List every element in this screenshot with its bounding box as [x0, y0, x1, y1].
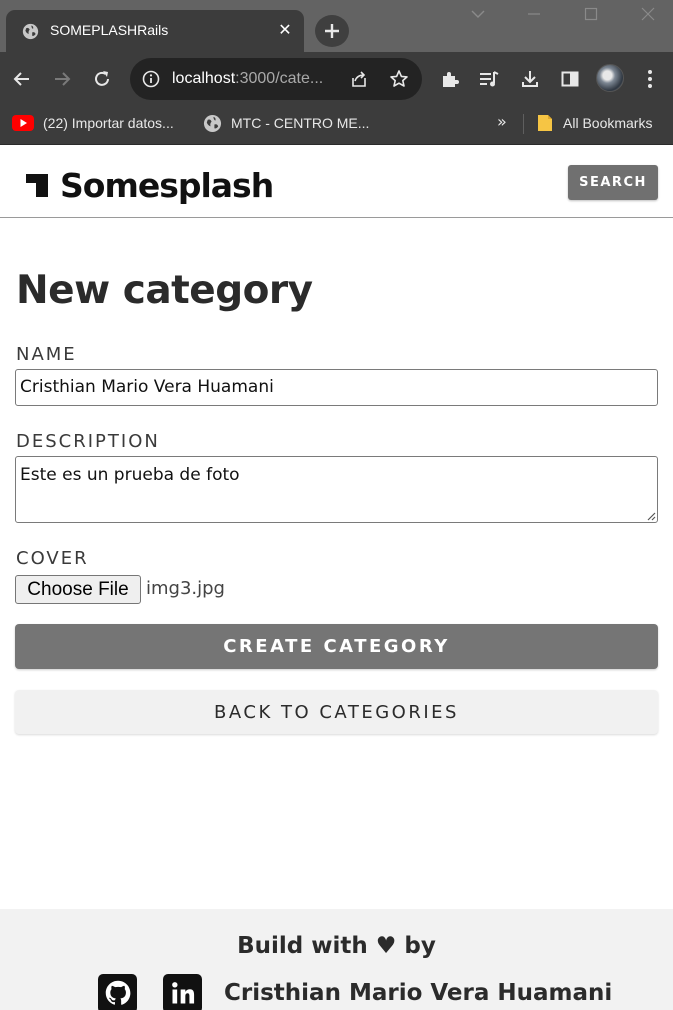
info-icon[interactable]: [142, 70, 160, 88]
new-tab-button[interactable]: [315, 15, 349, 47]
brand-name: Somesplash: [60, 166, 274, 205]
close-icon: [641, 7, 655, 21]
address-bar[interactable]: localhost:3000/cate...: [130, 58, 422, 100]
bookmarks-divider: [523, 114, 524, 134]
profile-avatar[interactable]: [596, 64, 624, 92]
more-bookmarks-button[interactable]: »: [497, 112, 507, 131]
page-title: New category: [16, 268, 313, 313]
resize-grip-icon[interactable]: [645, 510, 656, 521]
bookmark-star-icon[interactable]: [389, 69, 409, 89]
search-button[interactable]: SEARCH: [568, 165, 658, 200]
forward-button[interactable]: [48, 65, 76, 93]
maximize-button[interactable]: [579, 2, 603, 26]
reading-list-button[interactable]: [475, 65, 503, 93]
youtube-icon: [12, 115, 34, 131]
maximize-icon: [584, 7, 598, 21]
puzzle-icon: [443, 72, 459, 87]
extensions-button[interactable]: [436, 65, 464, 93]
folder-icon: [538, 115, 552, 131]
plus-icon: [325, 24, 339, 38]
github-icon: [105, 980, 130, 1005]
close-tab-icon[interactable]: ✕: [274, 19, 296, 41]
author-name: Cristhian Mario Vera Huamani: [224, 980, 613, 1006]
linkedin-icon: [171, 982, 194, 1004]
browser-tabstrip: SOMEPLASHRails ✕: [0, 0, 673, 52]
brand-logo[interactable]: Somesplash: [26, 166, 274, 205]
all-bookmarks-label: All Bookmarks: [563, 115, 653, 131]
side-panel-button[interactable]: [556, 65, 584, 93]
reload-button[interactable]: [88, 65, 116, 93]
name-input[interactable]: Cristhian Mario Vera Huamani: [15, 369, 658, 406]
cover-label: COVER: [16, 548, 89, 569]
tab-title: SOMEPLASHRails: [50, 22, 169, 38]
description-label: DESCRIPTION: [16, 431, 160, 452]
browser-toolbar: localhost:3000/cate...: [0, 52, 673, 105]
url-path: :3000/cate...: [235, 70, 324, 87]
bookmarks-bar: (22) Importar datos... MTC - CENTRO ME..…: [0, 105, 673, 145]
globe-icon: [203, 114, 222, 132]
site-footer: Build with ♥ by Cristhian Mario Vera Hua…: [0, 909, 673, 1010]
create-category-button[interactable]: CREATE CATEGORY: [15, 624, 658, 669]
tab-search-button[interactable]: [466, 2, 490, 26]
all-bookmarks-button[interactable]: All Bookmarks: [536, 105, 652, 141]
arrow-right-icon: [55, 72, 71, 86]
linkedin-link[interactable]: [163, 973, 202, 1010]
back-button[interactable]: [8, 65, 36, 93]
browser-tab[interactable]: SOMEPLASHRails ✕: [6, 10, 304, 52]
selected-file-name: img3.jpg: [146, 578, 225, 599]
globe-icon: [22, 23, 39, 40]
description-textarea[interactable]: Este es un prueba de foto: [15, 456, 658, 523]
media-queue-icon: [480, 71, 499, 87]
minimize-icon: [528, 13, 540, 15]
bookmark-label: (22) Importar datos...: [43, 115, 174, 131]
side-panel-icon: [561, 71, 579, 87]
logo-mark-icon: [26, 172, 50, 200]
url-host: localhost: [172, 70, 236, 87]
download-icon: [522, 71, 538, 87]
description-value: Este es un prueba de foto: [20, 465, 240, 485]
bookmark-label: MTC - CENTRO ME...: [231, 115, 370, 131]
build-with-text: Build with ♥ by: [237, 933, 436, 959]
menu-button[interactable]: [636, 65, 664, 93]
close-window-button[interactable]: [636, 2, 660, 26]
minimize-button[interactable]: [522, 2, 546, 26]
reload-icon: [95, 71, 109, 86]
name-label: NAME: [16, 344, 77, 365]
back-to-categories-button[interactable]: BACK TO CATEGORIES: [15, 690, 658, 734]
downloads-button[interactable]: [516, 65, 544, 93]
github-link[interactable]: [98, 973, 137, 1010]
arrow-left-icon: [13, 72, 29, 86]
footer-links: Cristhian Mario Vera Huamani: [98, 973, 612, 1010]
choose-file-button[interactable]: Choose File: [15, 575, 141, 604]
bookmark-youtube[interactable]: (22) Importar datos...: [12, 105, 174, 141]
url-text[interactable]: localhost:3000/cate...: [172, 70, 338, 88]
bookmark-mtc[interactable]: MTC - CENTRO ME...: [203, 105, 369, 141]
kebab-menu-icon: [648, 70, 652, 88]
share-icon[interactable]: [349, 69, 369, 89]
chevron-down-icon: [471, 10, 485, 18]
